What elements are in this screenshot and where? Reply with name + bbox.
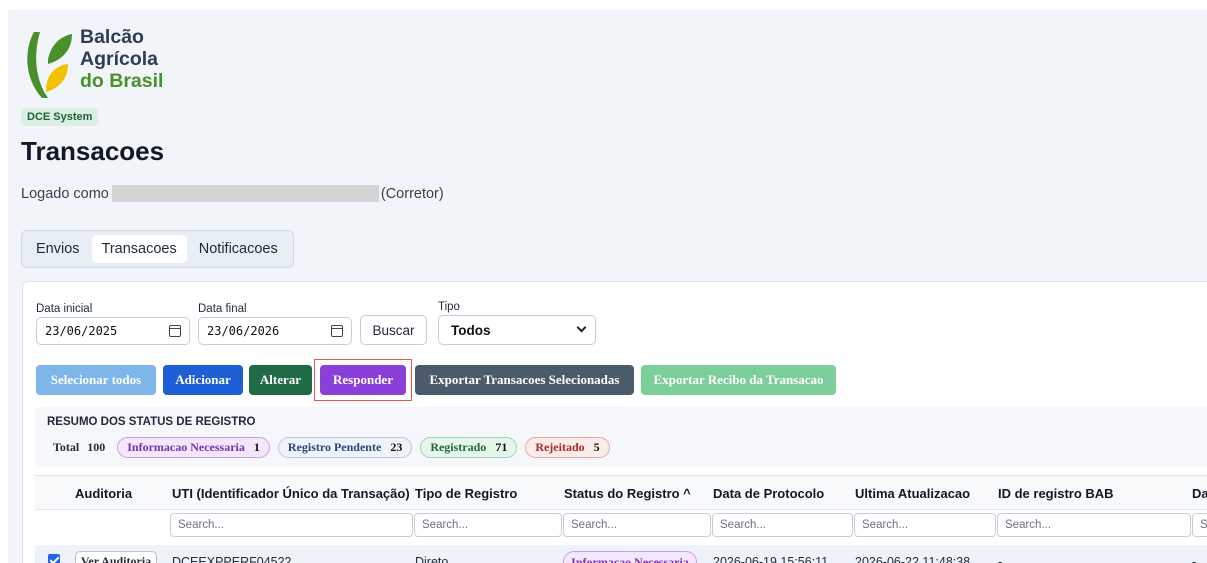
type-label: Tipo <box>438 301 460 313</box>
cell-id-registro-bab: - <box>998 555 1003 563</box>
column-header-tipo-registro[interactable]: Tipo de Registro <box>415 486 517 501</box>
logged-in-prefix: Logado como <box>21 185 109 202</box>
tab-transacoes[interactable]: Transacoes <box>91 235 187 263</box>
calendar-icon[interactable] <box>331 325 343 337</box>
chevron-down-icon <box>576 322 587 333</box>
summary-title: RESUMO DOS STATUS DE REGISTRO <box>47 416 256 428</box>
column-header-ultima-atualizacao[interactable]: Ultima Atualizacao <box>855 486 970 501</box>
export-receipt-button[interactable]: Exportar Recibo da Transacao <box>641 365 836 395</box>
brand-name-line1: Balcão <box>80 26 144 48</box>
tipo-search-input[interactable] <box>414 513 562 537</box>
cell-tipo-registro: Direto <box>415 555 449 563</box>
start-date-input[interactable]: 23/06/2025 <box>36 317 190 345</box>
column-header-cut[interactable]: Da <box>1192 486 1207 501</box>
chip-label: Rejeitado <box>535 440 585 454</box>
start-date-value: 23/06/2025 <box>45 324 118 338</box>
view-audit-button[interactable]: Ver Auditoria <box>75 551 157 563</box>
cell-cut: - <box>1192 555 1197 563</box>
transactions-panel: Data inicial 23/06/2025 Data final 23/06… <box>22 281 1207 563</box>
status-chip-pending[interactable]: Registro Pendente 23 <box>277 437 413 458</box>
app-frame: Balcão Agrícola do Brasil DCE System Tra… <box>8 10 1207 563</box>
atualizacao-search-input[interactable] <box>854 513 996 537</box>
logged-in-info: Logado como (Corretor) <box>21 185 444 202</box>
protocolo-search-input[interactable] <box>712 513 853 537</box>
total-value: 100 <box>87 440 106 454</box>
table-header: Auditoria UTI (Identificador Único da Tr… <box>35 475 1207 510</box>
system-badge: DCE System <box>21 108 99 126</box>
status-chip-info-needed[interactable]: Informacao Necessaria 1 <box>117 437 270 458</box>
status-chip-rejected[interactable]: Rejeitado 5 <box>525 437 610 458</box>
cut-search-input[interactable] <box>1192 513 1207 537</box>
column-header-data-protocolo[interactable]: Data de Protocolo <box>713 486 824 501</box>
end-date-label: Data final <box>198 303 247 315</box>
row-checkbox[interactable] <box>48 554 60 563</box>
tab-envios[interactable]: Envios <box>26 235 90 263</box>
uti-search-input[interactable] <box>170 513 413 537</box>
chip-label: Registrado <box>430 440 487 454</box>
column-header-status-registro[interactable]: Status do Registro ^ <box>564 486 691 501</box>
chip-label: Registro Pendente <box>287 440 382 454</box>
export-selected-button[interactable]: Exportar Transacoes Selecionadas <box>415 365 634 395</box>
redacted-username <box>111 185 379 202</box>
calendar-icon[interactable] <box>169 325 181 337</box>
start-date-label: Data inicial <box>36 303 93 315</box>
chip-label: Informacao Necessaria <box>127 440 245 454</box>
column-filter-row <box>35 510 1207 542</box>
select-all-button[interactable]: Selecionar todos <box>36 365 156 395</box>
bab-search-input[interactable] <box>997 513 1191 537</box>
type-select-value: Todos <box>451 322 491 338</box>
end-date-value: 23/06/2026 <box>207 324 280 338</box>
summary-row: Total 100 Informacao Necessaria 1 Registro… <box>53 437 610 458</box>
table-row[interactable]: Ver Auditoria DCEEXPPERF04522 Direto Inf… <box>35 545 1207 563</box>
search-button[interactable]: Buscar <box>360 315 427 345</box>
tab-bar: Envios Transacoes Notificacoes <box>21 230 294 268</box>
edit-button[interactable]: Alterar <box>249 365 312 395</box>
cell-data-protocolo: 2026-06-19 15:56:11 <box>713 555 829 563</box>
brand-name-line3: do Brasil <box>80 70 164 92</box>
cell-ultima-atualizacao: 2026-06-22 11:48:38 <box>855 555 971 563</box>
brand-name-line2: Agrícola <box>80 48 159 70</box>
type-select[interactable]: Todos <box>438 315 596 345</box>
cell-uti: DCEEXPPERF04522 <box>172 555 292 563</box>
tab-notificacoes[interactable]: Notificacoes <box>189 235 288 263</box>
cell-status-badge: Informacao Necessaria <box>563 551 697 563</box>
chip-count: 5 <box>593 440 600 454</box>
total-count: Total 100 <box>53 440 105 455</box>
chip-count: 23 <box>390 440 403 454</box>
status-search-input[interactable] <box>563 513 711 537</box>
column-header-uti[interactable]: UTI (Identificador Único da Transação) <box>172 486 410 501</box>
status-chip-registered[interactable]: Registrado 71 <box>420 437 518 458</box>
add-button[interactable]: Adicionar <box>163 365 243 395</box>
column-header-id-registro-bab[interactable]: ID de registro BAB <box>998 486 1114 501</box>
status-summary: RESUMO DOS STATUS DE REGISTRO Total 100 I… <box>35 407 1207 467</box>
column-header-auditoria[interactable]: Auditoria <box>75 486 132 501</box>
brand-logo: Balcão Agrícola do Brasil <box>20 20 180 100</box>
total-label: Total <box>53 440 80 454</box>
highlight-box <box>314 359 412 401</box>
logged-in-role: (Corretor) <box>380 185 444 202</box>
end-date-input[interactable]: 23/06/2026 <box>198 317 352 345</box>
page-title: Transacoes <box>21 136 165 166</box>
leaf-logo-icon <box>27 32 72 98</box>
chip-count: 1 <box>253 440 260 454</box>
chip-count: 71 <box>495 440 508 454</box>
